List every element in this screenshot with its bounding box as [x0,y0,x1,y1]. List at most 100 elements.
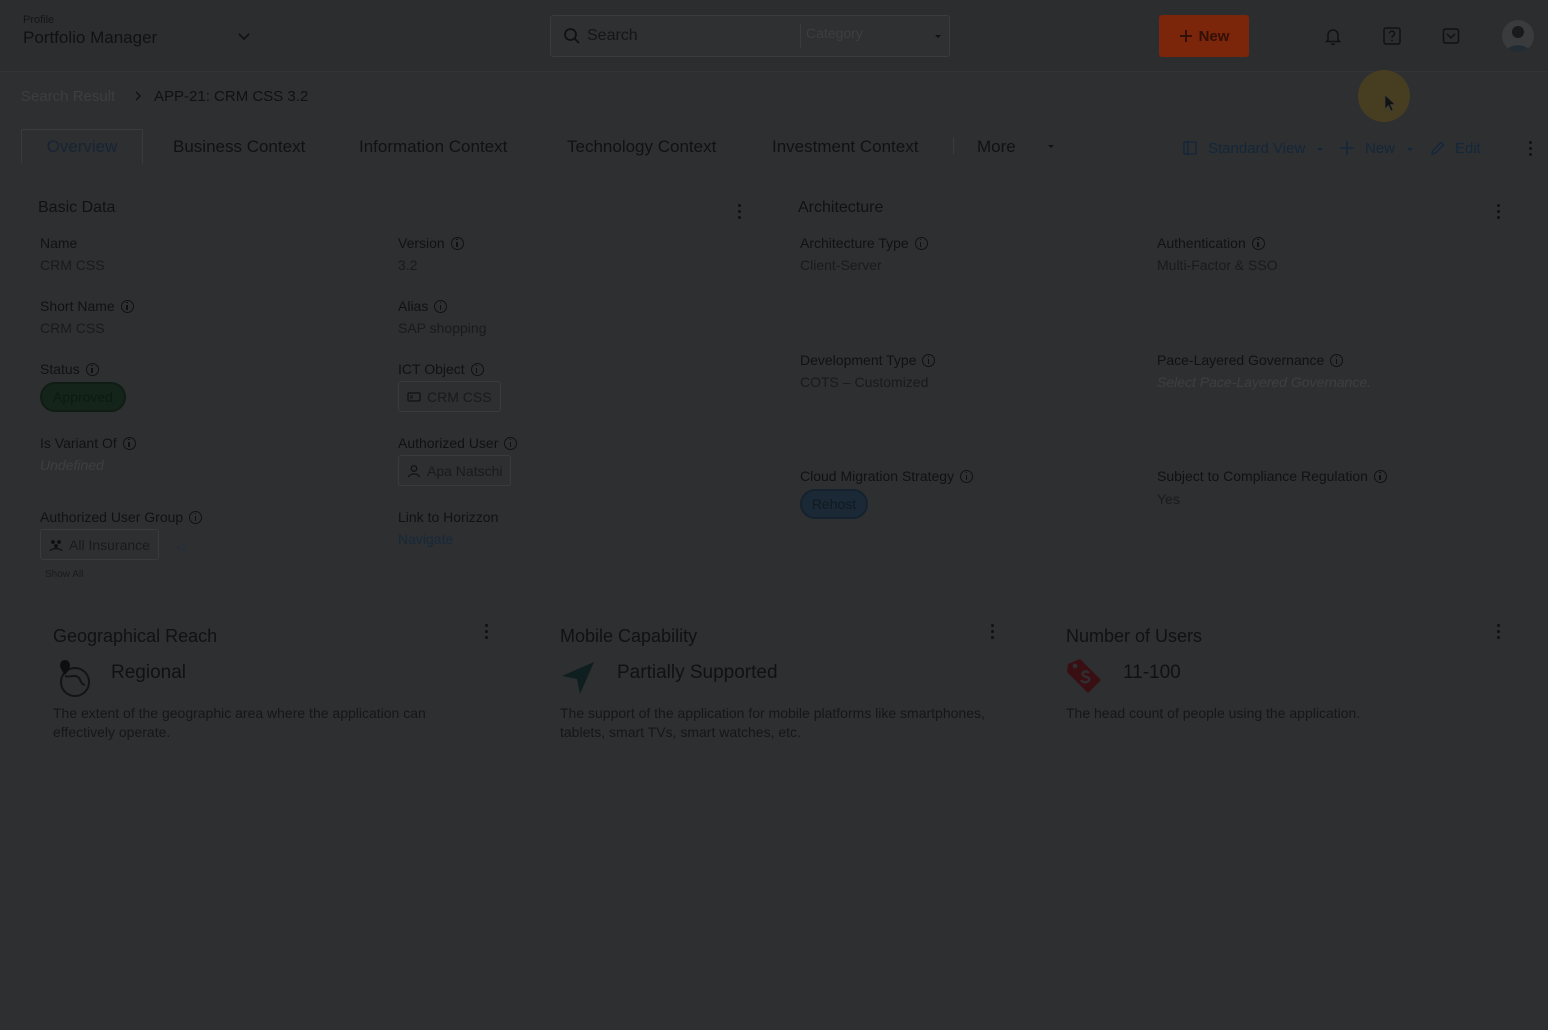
short-name-value: CRM CSS [40,320,105,336]
compliance-label-text: Subject to Compliance Regulation [1157,468,1368,484]
info-icon[interactable] [434,299,448,313]
tab-investment-context[interactable]: Investment Context [772,129,918,164]
compliance-value: Yes [1157,491,1180,507]
caret-down-icon[interactable] [1048,145,1054,148]
card-menu-icon[interactable] [1497,624,1501,640]
globe-pin-icon [60,660,90,697]
category-select[interactable]: Category [806,25,863,41]
authorized-user-label-text: Authorized User [398,435,499,451]
toolbar-new-button[interactable]: New [1365,140,1395,157]
info-icon[interactable] [122,436,136,450]
card-description: The support of the application for mobil… [560,705,985,740]
tab-divider [953,137,954,155]
authentication-value: Multi-Factor & SSO [1157,257,1278,273]
status-label-text: Status [40,361,80,377]
info-icon[interactable] [450,236,464,250]
card-menu-icon[interactable] [991,624,995,640]
cloud-migration-badge: Rehost [800,489,868,519]
authentication-label-text: Authentication [1157,235,1246,251]
alias-label: Alias [398,298,448,314]
caret-down-icon[interactable] [935,35,941,38]
standard-view-button[interactable]: Standard View [1208,140,1305,157]
ict-object-chip[interactable]: CRM CSS [398,381,501,412]
navigation-arrow-icon [562,662,594,694]
info-icon[interactable] [120,299,134,313]
authorized-user-label: Authorized User [398,435,518,451]
architecture-menu-icon[interactable] [1497,204,1501,220]
short-name-label-text: Short Name [40,298,115,314]
new-button[interactable]: New [1159,15,1249,57]
search-icon [564,28,580,44]
tab-information-context[interactable]: Information Context [359,129,507,164]
card-value: Regional [111,662,186,683]
cloud-migration-label: Cloud Migration Strategy [800,468,974,484]
search-input[interactable] [587,24,797,48]
info-icon[interactable] [1330,353,1344,367]
pace-layered-label-text: Pace-Layered Governance [1157,352,1325,368]
profile-selector[interactable]: Portfolio Manager [23,28,157,48]
group-count-badge[interactable]: +2 [176,543,187,554]
pace-layered-value: Select Pace-Layered Governance. [1157,374,1372,390]
basic-data-menu-icon[interactable] [738,204,742,220]
server-icon [407,391,421,402]
tab-more[interactable]: More [977,129,1016,164]
tab-business-context[interactable]: Business Context [173,129,305,164]
info-icon[interactable] [1251,236,1265,250]
more-options-icon[interactable] [1529,141,1533,157]
info-icon[interactable] [922,353,936,367]
version-label: Version [398,235,464,251]
breadcrumb-current: APP-21: CRM CSS 3.2 [154,88,309,105]
variant-value: Undefined [40,457,104,473]
tab-technology-context[interactable]: Technology Context [567,129,716,164]
tab-overview[interactable]: Overview [21,129,143,164]
alias-value: SAP shopping [398,320,487,336]
architecture-type-label: Architecture Type [800,235,928,251]
info-icon[interactable] [85,362,99,376]
development-type-value: COTS – Customized [800,374,929,390]
card-value: Partially Supported [617,662,778,683]
pace-layered-label: Pace-Layered Governance [1157,352,1344,368]
variant-label: Is Variant Of [40,435,136,451]
user-avatar-icon [1506,26,1530,52]
inbox-icon[interactable] [1441,26,1461,46]
cloud-migration-label-text: Cloud Migration Strategy [800,468,955,484]
chevron-down-icon[interactable] [236,28,252,44]
bell-icon[interactable] [1323,26,1343,46]
caret-down-icon[interactable] [1407,148,1413,151]
authorized-group-chip[interactable]: All Insurance [40,529,159,560]
layout-view-icon[interactable] [1182,140,1198,156]
authorized-group-label-text: Authorized User Group [40,509,184,525]
search-divider [800,24,801,48]
info-icon[interactable] [914,236,928,250]
ict-object-value: CRM CSS [427,388,492,405]
status-badge: Approved [40,382,126,412]
avatar[interactable] [1502,20,1534,52]
authorized-user-chip[interactable]: Apa Natschi [398,455,512,486]
edit-button[interactable]: Edit [1455,140,1481,157]
card-title: Mobile Capability [560,626,698,646]
navigate-link[interactable]: Navigate [398,531,453,547]
caret-down-icon[interactable] [1317,148,1323,151]
info-icon[interactable] [470,362,484,376]
variant-label-text: Is Variant Of [40,435,117,451]
plus-icon[interactable] [1339,140,1355,156]
info-icon[interactable] [189,510,203,524]
pencil-icon[interactable] [1430,140,1446,156]
ict-object-label: ICT Object [398,361,484,377]
version-label-text: Version [398,235,445,251]
price-tag-icon [1067,659,1101,693]
breadcrumb-search-result[interactable]: Search Result [21,88,115,105]
plus-icon [1179,30,1192,42]
authorized-group-label: Authorized User Group [40,509,203,525]
card-description: The extent of the geographic area where … [53,705,426,740]
compliance-label: Subject to Compliance Regulation [1157,468,1387,484]
info-icon[interactable] [504,436,518,450]
card-menu-icon[interactable] [485,624,489,640]
info-icon[interactable] [1373,469,1387,483]
user-icon [407,464,421,477]
show-all-link[interactable]: Show All [45,569,83,580]
card-title: Number of Users [1066,626,1203,646]
name-value: CRM CSS [40,257,105,273]
info-icon[interactable] [960,469,974,483]
help-icon[interactable] [1382,26,1402,46]
